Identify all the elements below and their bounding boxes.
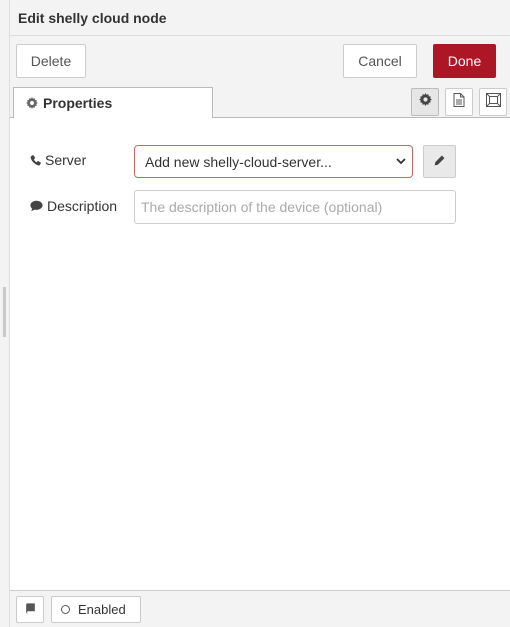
tray-toolbar: Delete Cancel Done [10,36,510,86]
tray-header: Edit shelly cloud node [10,0,510,36]
properties-panel: Server Add new shelly-cloud-server... De… [10,118,510,590]
enabled-toggle[interactable]: Enabled [51,596,141,623]
tray-footer: Enabled [10,590,510,627]
resize-grip[interactable] [3,287,6,337]
server-label: Server [30,152,86,168]
description-label-text: Description [47,198,118,214]
document-icon [453,92,465,112]
description-input[interactable] [134,190,456,224]
tray-resize-edge[interactable] [0,0,10,627]
page-title: Edit shelly cloud node [18,10,167,26]
gear-icon [26,97,38,109]
phone-icon [30,154,41,166]
tab-bar: Properties [10,86,510,118]
comment-icon [30,200,43,212]
book-icon [25,601,36,619]
edit-server-button[interactable] [423,145,456,178]
enabled-label: Enabled [78,602,126,617]
node-help-button[interactable] [16,596,44,623]
edit-tray: Edit shelly cloud node Delete Cancel Don… [0,0,510,627]
pencil-icon [434,153,445,171]
gear-icon [418,93,432,111]
tab-label: Properties [43,95,113,111]
chevron-down-icon [396,156,406,166]
done-button[interactable]: Done [433,44,496,78]
settings-tab-button[interactable] [411,88,439,116]
delete-button[interactable]: Delete [16,44,86,78]
cancel-button[interactable]: Cancel [343,44,417,78]
description-tab-button[interactable] [445,88,473,116]
server-select[interactable]: Add new shelly-cloud-server... [134,145,413,178]
description-label: Description [30,198,117,214]
tab-properties[interactable]: Properties [13,87,213,118]
server-select-value: Add new shelly-cloud-server... [145,153,332,170]
frame-icon [485,92,501,112]
server-label-text: Server [45,152,87,168]
appearance-tab-button[interactable] [479,88,507,116]
radio-circle-icon [61,605,70,614]
